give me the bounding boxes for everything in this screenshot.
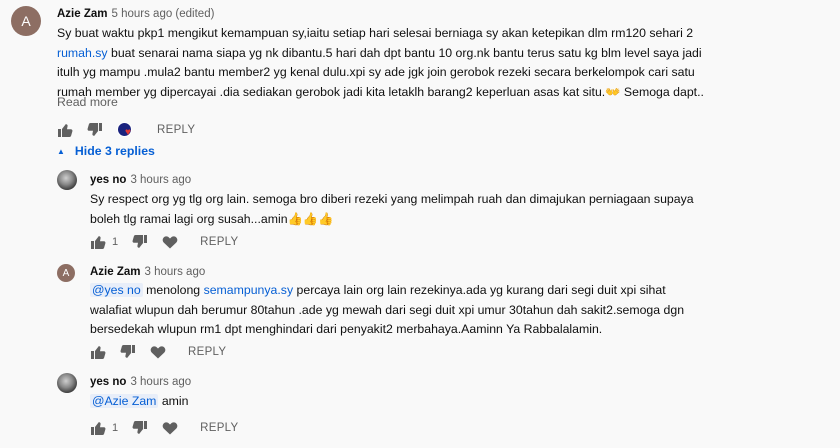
avatar-letter: A (62, 267, 70, 279)
heart-outline-icon[interactable] (150, 344, 166, 360)
reply-line-text: menolong (142, 283, 204, 297)
comment-header: Azie Zam 5 hours ago (edited) (57, 8, 214, 20)
reply-line: boleh tlg ramai lagi org susah...amin👍👍👍 (90, 211, 334, 226)
reply-header: yes no 3 hours ago (90, 174, 191, 186)
reply-line-text: amin (158, 394, 189, 408)
like-icon[interactable] (90, 234, 106, 250)
heart-icon: ♥ (125, 127, 131, 138)
dislike-icon[interactable] (87, 122, 103, 138)
like-icon[interactable] (90, 420, 106, 436)
reply-text: @Azie Zam amin (90, 392, 189, 412)
avatar-letter: A (21, 13, 31, 29)
creator-heart-icon[interactable]: ♥ (117, 122, 135, 138)
heart-outline-icon[interactable] (162, 234, 178, 250)
dislike-icon[interactable] (120, 344, 136, 360)
reply-actions: 1 REPLY (90, 232, 238, 252)
comment-line-rest: buat senarai nama siapa yg nk dibantu.5 … (107, 45, 702, 60)
like-count: 1 (112, 236, 119, 248)
timestamp[interactable]: 3 hours ago (145, 266, 206, 278)
reply-actions: 1 REPLY (90, 418, 238, 438)
like-icon[interactable] (90, 344, 106, 360)
reply-line: bersedekah wlupun rm1 dpt menghindari da… (90, 322, 603, 336)
reply-line: walafiat wlupun dah berumur 80tahun .ade… (90, 302, 685, 317)
author-name[interactable]: yes no (90, 174, 126, 186)
avatar[interactable]: A (57, 264, 75, 282)
text-link[interactable]: rumah.sy (57, 46, 108, 60)
timestamp[interactable]: 5 hours ago (edited) (112, 8, 215, 20)
avatar[interactable] (57, 170, 77, 190)
reply-button[interactable]: REPLY (200, 236, 238, 248)
read-more-link[interactable]: Read more (57, 95, 118, 109)
timestamp[interactable]: 3 hours ago (130, 376, 191, 388)
dislike-icon[interactable] (132, 420, 148, 436)
like-count: 1 (112, 422, 119, 434)
avatar[interactable]: A (11, 6, 41, 36)
reply-line: @Azie Zam amin (90, 392, 189, 412)
mention-link[interactable]: @Azie Zam (90, 394, 159, 408)
hide-replies-button[interactable]: ▲ Hide 3 replies (57, 144, 155, 158)
caret-up-icon: ▲ (57, 146, 65, 156)
comment-text: Sy buat waktu pkp1 mengikut kemampuan sy… (57, 24, 704, 102)
comment-line: rumah.sy buat senarai nama siapa yg nk d… (57, 44, 704, 64)
reply-button[interactable]: REPLY (200, 422, 238, 434)
reply-line: @yes no menolong semampunya.sy percaya l… (90, 281, 684, 301)
comment-line: rumah member yg dipercayai .dia sediakan… (57, 84, 704, 99)
timestamp[interactable]: 3 hours ago (130, 174, 191, 186)
reply-header: yes no 3 hours ago (90, 376, 191, 388)
author-name[interactable]: yes no (90, 376, 126, 388)
reply-actions: REPLY (90, 342, 226, 362)
reply-button[interactable]: REPLY (157, 124, 195, 136)
reply-line: Sy respect org yg tlg org lain. semoga b… (90, 192, 694, 206)
comment-line: itulh yg mampu .mula2 bantu member2 yg k… (57, 65, 695, 79)
heart-outline-icon[interactable] (162, 420, 178, 436)
like-icon[interactable] (57, 122, 73, 138)
mention-link[interactable]: @yes no (90, 283, 143, 297)
reply-header: Azie Zam 3 hours ago (90, 266, 205, 278)
text-link[interactable]: semampunya.sy (204, 283, 294, 297)
author-name[interactable]: Azie Zam (90, 266, 141, 278)
hide-replies-label: Hide 3 replies (74, 144, 155, 158)
comment-actions: ♥ REPLY (57, 120, 195, 140)
reply-text: Sy respect org yg tlg org lain. semoga b… (90, 190, 694, 229)
reply-button[interactable]: REPLY (188, 346, 226, 358)
avatar[interactable] (57, 373, 77, 393)
author-name[interactable]: Azie Zam (57, 8, 108, 20)
reply-line-text: percaya lain org lain rezekinya.ada yg k… (293, 283, 666, 297)
comment-line: Sy buat waktu pkp1 mengikut kemampuan sy… (57, 26, 694, 40)
reply-text: @yes no menolong semampunya.sy percaya l… (90, 281, 684, 340)
dislike-icon[interactable] (132, 234, 148, 250)
